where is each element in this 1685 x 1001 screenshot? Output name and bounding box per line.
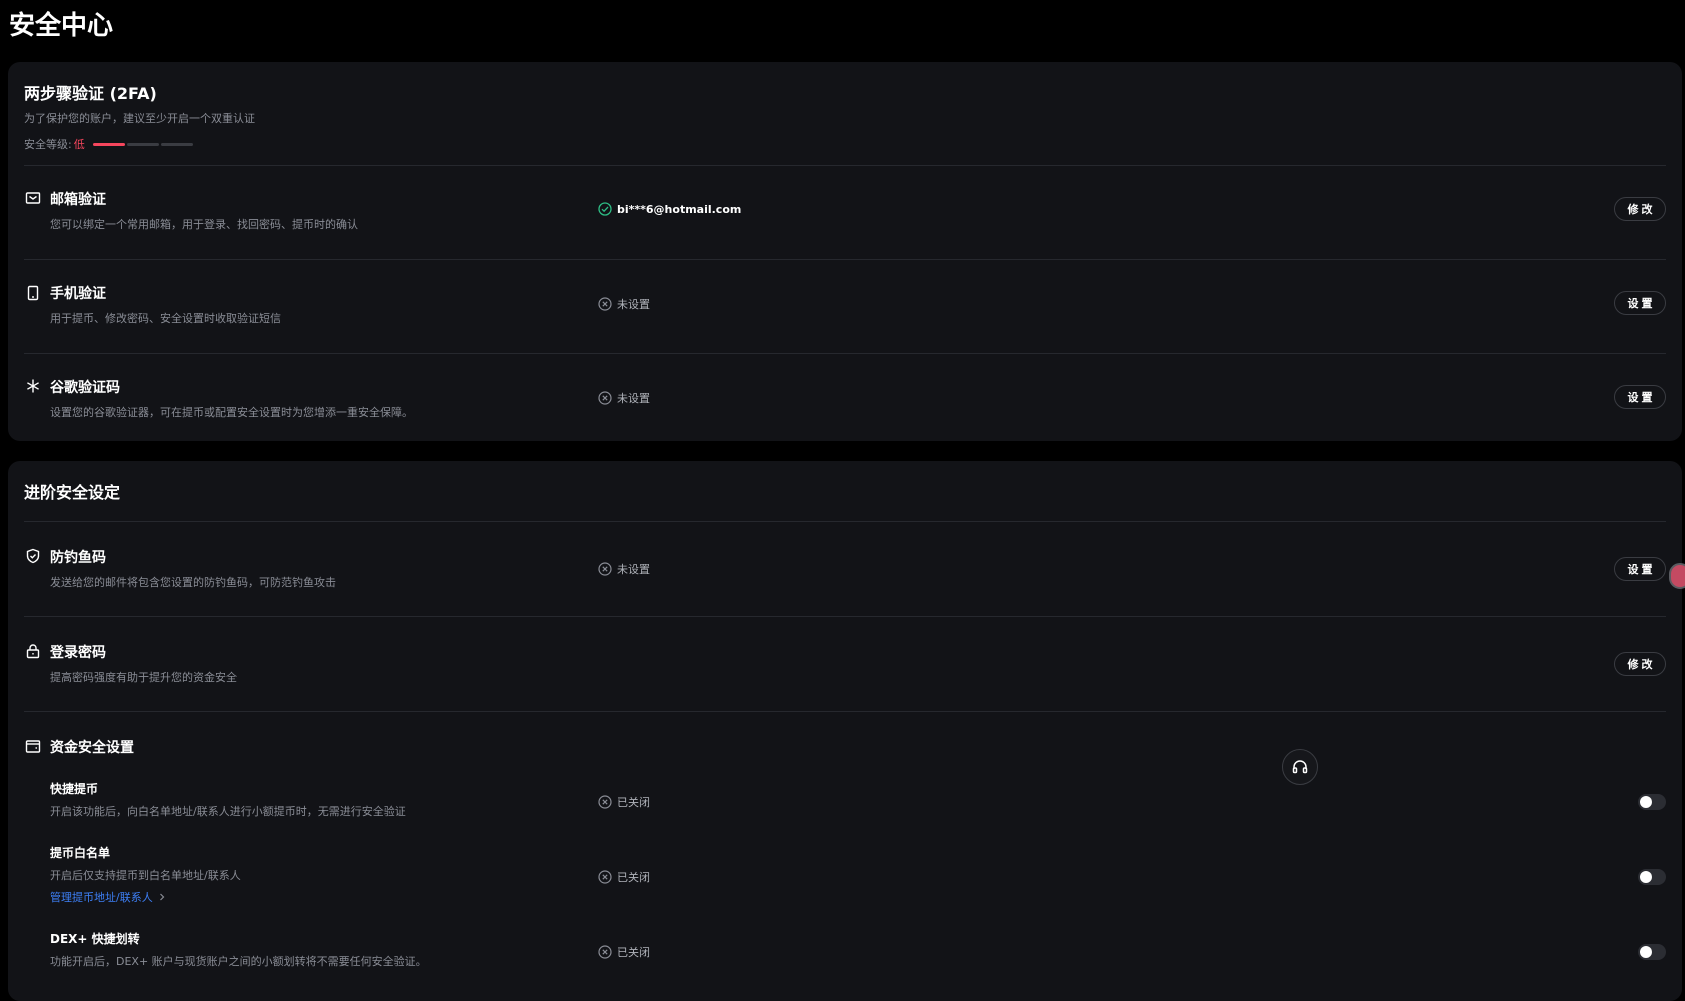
page-title: 安全中心 [9,11,114,41]
shield-check-icon [25,548,41,564]
x-circle-icon [598,391,612,405]
x-circle-icon [598,945,612,959]
x-circle-icon [598,870,612,884]
x-circle-icon [598,297,612,311]
security-level-label: 安全等级: [24,138,72,151]
email-modify-button[interactable]: 修改 [1614,197,1666,221]
chevron-right-icon [159,893,165,901]
headset-icon [1292,760,1308,774]
google-auth-title: 谷歌验证码 [50,380,120,396]
quick-withdraw-desc: 开启该功能后，向白名单地址/联系人进行小额提币时，无需进行安全验证 [50,805,406,818]
dex-quick-transfer-title: DEX+ 快捷划转 [50,932,140,946]
withdraw-whitelist-toggle[interactable] [1638,869,1666,885]
google-auth-status: 未设置 [598,390,650,406]
withdraw-whitelist-status-text: 已关闭 [617,871,650,884]
toggle-knob [1640,946,1652,958]
advanced-security-card: 进阶安全设定 防钓鱼码 发送给您的邮件将包含您设置的防钓鱼码，可防范钓鱼攻击 未… [8,461,1682,1001]
dex-quick-transfer-desc: 功能开启后，DEX+ 账户与现货账户之间的小额划转将不需要任何安全验证。 [50,955,427,968]
anti-phishing-desc: 发送给您的邮件将包含您设置的防钓鱼码，可防范钓鱼攻击 [50,576,336,589]
customer-support-button[interactable] [1282,749,1318,785]
asterisk-icon [25,378,41,394]
email-status-text: bi***6@hotmail.com [617,202,742,216]
twofa-subtitle: 为了保护您的账户，建议至少开启一个双重认证 [24,112,255,125]
anti-phishing-status-text: 未设置 [617,563,650,576]
phone-verification-row: 手机验证 用于提币、修改密码、安全设置时收取验证短信 未设置 设置 [8,260,1682,354]
floating-assistant-widget[interactable] [1669,563,1685,589]
manage-addresses-link[interactable]: 管理提币地址/联系人 [50,889,167,905]
anti-phishing-set-button[interactable]: 设置 [1614,557,1666,581]
google-auth-set-button[interactable]: 设置 [1614,385,1666,409]
security-level-segment [92,142,125,146]
phone-status: 未设置 [598,296,650,312]
phone-set-button[interactable]: 设置 [1614,291,1666,315]
envelope-icon [25,190,41,206]
divider [24,521,1666,522]
security-level-segment [126,142,159,146]
divider [24,711,1666,712]
fund-security-title: 资金安全设置 [50,740,134,756]
withdraw-whitelist-desc: 开启后仅支持提币到白名单地址/联系人 [50,869,241,882]
email-verification-row: 邮箱验证 您可以绑定一个常用邮箱，用于登录、找回密码、提币时的确认 bi***6… [8,166,1682,260]
lock-icon [25,643,41,659]
withdraw-whitelist-status: 已关闭 [598,869,650,885]
twofa-card: 两步骤验证 (2FA) 为了保护您的账户，建议至少开启一个双重认证 安全等级: … [8,62,1682,441]
security-level: 安全等级: 低 [24,136,194,152]
check-circle-icon [598,202,612,216]
google-auth-desc: 设置您的谷歌验证器，可在提币或配置安全设置时为您增添一重安全保障。 [50,406,413,419]
google-auth-row: 谷歌验证码 设置您的谷歌验证器，可在提币或配置安全设置时为您增添一重安全保障。 … [8,354,1682,441]
phone-status-text: 未设置 [617,298,650,311]
advanced-security-title: 进阶安全设定 [24,483,121,502]
dex-quick-transfer-toggle[interactable] [1638,944,1666,960]
login-password-title: 登录密码 [50,645,106,661]
login-password-desc: 提高密码强度有助于提升您的资金安全 [50,671,237,684]
phone-icon [25,285,41,301]
dex-quick-transfer-status: 已关闭 [598,944,650,960]
security-level-bar [92,142,194,146]
security-level-segment [160,142,193,146]
email-verification-title: 邮箱验证 [50,192,106,208]
phone-verification-title: 手机验证 [50,286,106,302]
x-circle-icon [598,562,612,576]
toggle-knob [1640,796,1652,808]
phone-verification-desc: 用于提币、修改密码、安全设置时收取验证短信 [50,312,281,325]
email-status: bi***6@hotmail.com [598,202,741,216]
quick-withdraw-title: 快捷提币 [50,782,99,796]
withdraw-whitelist-title: 提币白名单 [50,846,111,860]
anti-phishing-status: 未设置 [598,561,650,577]
quick-withdraw-status: 已关闭 [598,794,650,810]
twofa-title: 两步骤验证 (2FA) [24,84,157,103]
toggle-knob [1640,871,1652,883]
google-auth-status-text: 未设置 [617,392,650,405]
manage-addresses-link-text: 管理提币地址/联系人 [50,891,153,904]
quick-withdraw-status-text: 已关闭 [617,796,650,809]
divider [24,616,1666,617]
security-level-value: 低 [73,138,85,151]
anti-phishing-title: 防钓鱼码 [50,550,106,566]
email-verification-desc: 您可以绑定一个常用邮箱，用于登录、找回密码、提币时的确认 [50,218,358,231]
login-password-modify-button[interactable]: 修改 [1614,652,1666,676]
quick-withdraw-toggle[interactable] [1638,794,1666,810]
x-circle-icon [598,795,612,809]
dex-quick-transfer-status-text: 已关闭 [617,946,650,959]
wallet-icon [25,738,41,754]
